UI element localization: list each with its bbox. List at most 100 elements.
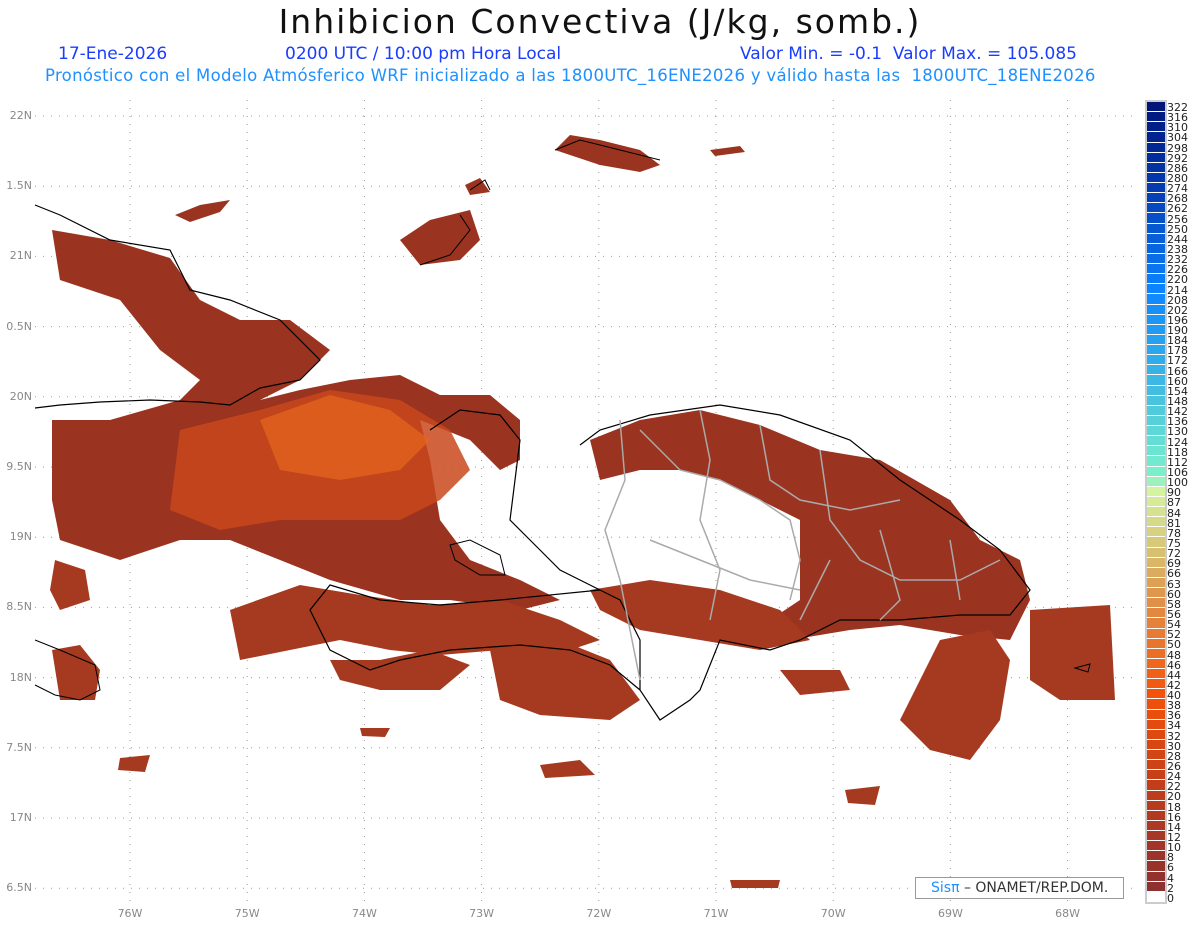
colorbar-cell xyxy=(1147,750,1165,761)
colorbar-cell xyxy=(1147,436,1165,447)
lon-label: 75W xyxy=(234,907,260,920)
colorbar-cell xyxy=(1147,881,1165,892)
colorbar-cell xyxy=(1147,547,1165,558)
colorbar-cell xyxy=(1147,274,1165,285)
lat-label: 0.5N xyxy=(6,319,32,333)
lat-label: 1.5N xyxy=(6,179,32,193)
colorbar-cell xyxy=(1147,324,1165,335)
colorbar-cell xyxy=(1147,284,1165,295)
colorbar-cell xyxy=(1147,537,1165,548)
colorbar-cell xyxy=(1147,132,1165,143)
colorbar-cell xyxy=(1147,365,1165,376)
colorbar-cell xyxy=(1147,658,1165,669)
colorbar-cell xyxy=(1147,831,1165,842)
colorbar-cell xyxy=(1147,426,1165,437)
map-plot xyxy=(34,100,1135,905)
colorbar-cell xyxy=(1147,800,1165,811)
colorbar-cell xyxy=(1147,183,1165,194)
colorbar-cell xyxy=(1147,648,1165,659)
lat-label: 7.5N xyxy=(6,740,32,754)
colorbar-cell xyxy=(1147,871,1165,882)
colorbar-cell xyxy=(1147,203,1165,214)
colorbar-cell xyxy=(1147,193,1165,204)
colorbar-cell xyxy=(1147,112,1165,123)
colorbar-cell xyxy=(1147,669,1165,680)
credit-brand: Sisπ xyxy=(931,880,960,896)
lat-label: 17N xyxy=(9,811,32,824)
colorbar-cell xyxy=(1147,588,1165,599)
colorbar-cell xyxy=(1147,243,1165,254)
colorbar-cell xyxy=(1147,304,1165,315)
colorbar-cell xyxy=(1147,314,1165,325)
colorbar-cell xyxy=(1147,334,1165,345)
lat-label: 18N xyxy=(9,670,32,684)
lon-label: 70W xyxy=(820,907,846,920)
colorbar-cell xyxy=(1147,679,1165,690)
colorbar-cell xyxy=(1147,345,1165,356)
colorbar-cell xyxy=(1147,557,1165,568)
lat-label: 20N xyxy=(9,389,32,403)
colorbar-label: 0 xyxy=(1167,891,1174,905)
colorbar-cell xyxy=(1147,618,1165,629)
colorbar-cell xyxy=(1147,355,1165,366)
colorbar-cell xyxy=(1147,517,1165,528)
colorbar-cell xyxy=(1147,891,1165,902)
colorbar-cell xyxy=(1147,446,1165,457)
lat-label: 21N xyxy=(9,249,32,263)
colorbar-cell xyxy=(1147,608,1165,619)
colorbar-cell xyxy=(1147,122,1165,133)
colorbar-cell xyxy=(1147,709,1165,720)
colorbar-cell xyxy=(1147,810,1165,821)
lat-label: 6.5N xyxy=(6,881,32,895)
colorbar-cell xyxy=(1147,507,1165,518)
colorbar-cell xyxy=(1147,213,1165,224)
colorbar-cell xyxy=(1147,466,1165,477)
colorbar-cell xyxy=(1147,172,1165,183)
lon-label: 69W xyxy=(937,907,963,920)
colorbar-cell xyxy=(1147,162,1165,173)
colorbar-cell xyxy=(1147,598,1165,609)
colorbar-cell xyxy=(1147,770,1165,781)
colorbar-cell xyxy=(1147,577,1165,588)
lon-label: 68W xyxy=(1055,907,1081,920)
credit-box: Sisπ – ONAMET/REP.DOM. xyxy=(915,877,1124,899)
colorbar-cell xyxy=(1147,567,1165,578)
colorbar-cell xyxy=(1147,699,1165,710)
colorbar-cell xyxy=(1147,739,1165,750)
colorbar-cell xyxy=(1147,375,1165,386)
colorbar-cell xyxy=(1147,527,1165,538)
colorbar-cell xyxy=(1147,415,1165,426)
colorbar-cell xyxy=(1147,102,1165,113)
lat-label: 9.5N xyxy=(6,460,32,473)
lon-label: 71W xyxy=(703,907,729,920)
colorbar-cell xyxy=(1147,719,1165,730)
colorbar xyxy=(1145,100,1167,904)
colorbar-cell xyxy=(1147,142,1165,153)
colorbar-cell xyxy=(1147,841,1165,852)
colorbar-cell xyxy=(1147,790,1165,801)
colorbar-cell xyxy=(1147,476,1165,487)
lon-label: 72W xyxy=(586,907,612,920)
lat-label: 8.5N xyxy=(6,600,32,614)
colorbar-cell xyxy=(1147,780,1165,791)
lon-label: 74W xyxy=(351,907,377,920)
colorbar-cell xyxy=(1147,405,1165,416)
colorbar-cell xyxy=(1147,628,1165,639)
colorbar-cell xyxy=(1147,689,1165,700)
colorbar-cell xyxy=(1147,233,1165,244)
lon-label: 76W xyxy=(117,907,143,920)
colorbar-cell xyxy=(1147,385,1165,396)
cin-field xyxy=(34,135,1115,888)
colorbar-cell xyxy=(1147,456,1165,467)
colorbar-cell xyxy=(1147,638,1165,649)
colorbar-cell xyxy=(1147,223,1165,234)
colorbar-cell xyxy=(1147,861,1165,872)
lat-label: 22N xyxy=(9,109,32,122)
colorbar-cell xyxy=(1147,294,1165,305)
colorbar-cell xyxy=(1147,729,1165,740)
lat-label: 19N xyxy=(9,530,32,544)
credit-text: – ONAMET/REP.DOM. xyxy=(959,880,1109,896)
colorbar-cell xyxy=(1147,395,1165,406)
colorbar-cell xyxy=(1147,486,1165,497)
lon-label: 73W xyxy=(469,907,495,920)
